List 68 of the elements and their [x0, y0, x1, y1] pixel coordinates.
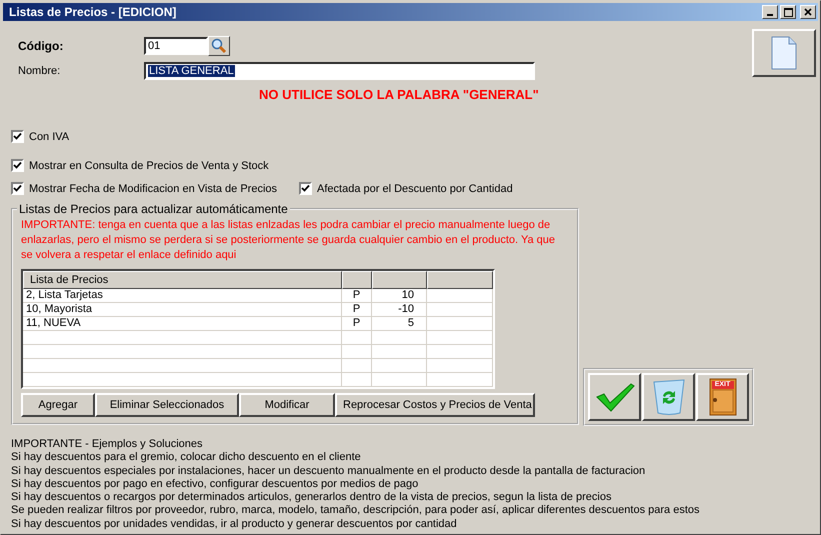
table-cell	[342, 331, 372, 345]
table-cell: P	[342, 303, 372, 317]
column-header[interactable]	[342, 271, 372, 289]
close-icon	[804, 8, 812, 16]
table-cell: 5	[372, 317, 427, 331]
notes-line: Si hay descuentos por pago en efectivo, configurar descuentos por medios de pago	[11, 478, 420, 492]
table-cell	[342, 345, 372, 359]
action-button[interactable]: Modificar	[239, 393, 335, 417]
field-label: Código:	[17, 39, 64, 53]
table-cell: 2, Lista Tarjetas	[23, 289, 342, 303]
recycle-bin-icon	[650, 378, 686, 416]
column-header[interactable]	[372, 271, 427, 289]
table-cell	[427, 331, 493, 345]
notes-line: Si hay descuentos por unidades vendidas, ir al producto y generar descuentos por cantidad	[11, 518, 458, 532]
group-title: Listas de Precios para actualizar automáticamente	[17, 202, 290, 216]
notes-title: IMPORTANTE - Ejemplos y Soluciones	[11, 438, 204, 452]
window-title: Listas de Precios - [EDICION]	[9, 5, 178, 19]
table-cell: 10, Mayorista	[23, 303, 342, 317]
action-button[interactable]: Reprocesar Costos y Precios de Venta	[335, 393, 535, 417]
column-header[interactable]	[427, 271, 493, 289]
table-cell: P	[342, 317, 372, 331]
table-cell	[342, 373, 372, 387]
search-icon	[211, 38, 227, 54]
notes-line: Si hay descuentos o recargos por determinados articulos, generarlos dentro de la vista de precios, segun la lista de precios	[11, 491, 612, 504]
new-document-button[interactable]	[752, 29, 816, 77]
checkbox[interactable]	[11, 130, 24, 143]
checkbox[interactable]	[11, 182, 24, 195]
checkmark-icon	[594, 380, 634, 413]
table-cell	[427, 373, 493, 387]
notes-line: Se pueden realizar filtros por proveedor, rubro, marca, modelo, tamaño, descripción, para poder así, aplicar diferentes descuentos para estos	[11, 504, 700, 518]
notes-line: Si hay descuentos para el gremio, colocar dicho descuento en el cliente	[11, 451, 362, 465]
document-icon	[771, 36, 797, 70]
checkbox-label: Mostrar Fecha de Modificacion en Vista de Precios	[29, 182, 278, 194]
checkbox[interactable]	[299, 182, 312, 195]
maximize-button[interactable]	[780, 5, 796, 19]
checkbox-label: Mostrar en Consulta de Precios de Venta y Stock	[29, 160, 269, 172]
name-field[interactable]: LISTA GENERAL	[144, 62, 535, 80]
table-cell: -10	[372, 303, 427, 317]
action-button[interactable]: Agregar	[21, 393, 95, 417]
table-cell	[427, 289, 493, 303]
recycle-button[interactable]	[642, 372, 695, 421]
search-button[interactable]	[208, 36, 230, 56]
table-cell	[427, 303, 493, 317]
table-cell	[372, 345, 427, 359]
table-cell	[427, 317, 493, 331]
column-header[interactable]: Lista de Precios	[23, 271, 342, 289]
table-cell	[372, 373, 427, 387]
minimize-button[interactable]	[762, 5, 778, 19]
table-cell	[342, 359, 372, 373]
table-cell	[372, 359, 427, 373]
close-button[interactable]	[800, 5, 816, 19]
field-label: Nombre:	[17, 65, 62, 77]
table-cell: 10	[372, 289, 427, 303]
table-cell	[427, 345, 493, 359]
checkbox-label: Afectada por el Descuento por Cantidad	[317, 182, 513, 194]
table-cell	[372, 331, 427, 345]
accept-button[interactable]	[588, 372, 641, 421]
code-field[interactable]: 01	[144, 37, 208, 55]
maximize-icon	[784, 8, 792, 16]
checkbox[interactable]	[11, 159, 24, 172]
notes-line: Si hay descuentos especiales por instalaciones, hacer un descuento manualmente en el producto desde la pantalla de facturacion	[11, 464, 646, 478]
checkbox-label: Con IVA	[29, 130, 70, 142]
table-cell	[427, 359, 493, 373]
warning-text: NO UTILICE SOLO LA PALABRA "GENERAL"	[259, 87, 540, 102]
table-cell: P	[342, 289, 372, 303]
table-cell: 11, NUEVA	[23, 317, 342, 331]
action-button[interactable]: Eliminar Seleccionados	[95, 393, 239, 417]
warning-note: IMPORTANTE: tenga en cuenta que a las listas enlzadas les podra cambiar el precio manualmente luego de enlazarlas, pero el mismo se perdera si se posteriormente se guarda cualquier cambio en el producto. Ya que se volvera a respetar el enlace definido aqui	[21, 218, 556, 263]
